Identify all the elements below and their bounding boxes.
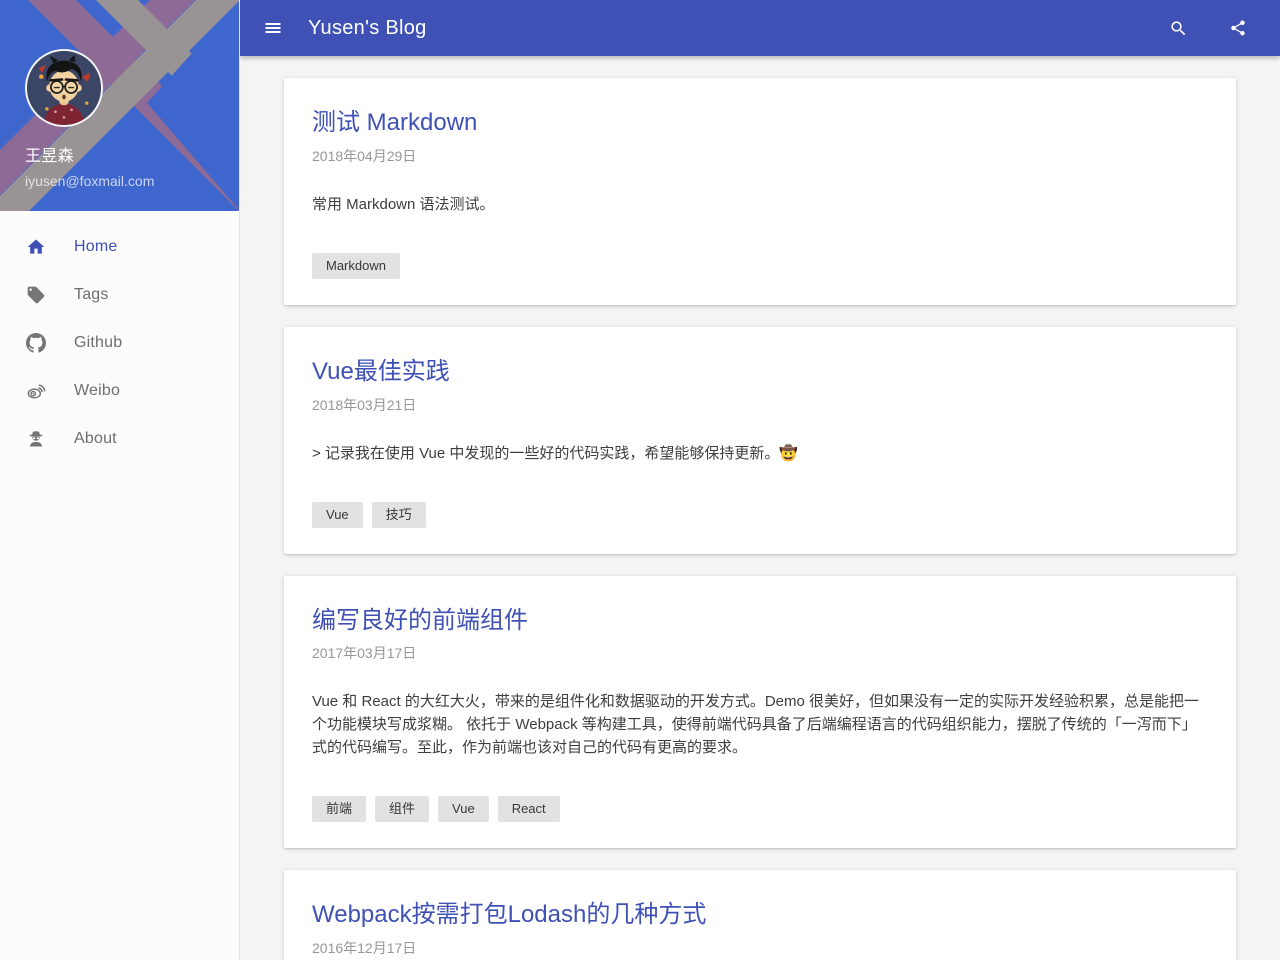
- sidebar-item-home[interactable]: Home: [0, 223, 239, 271]
- share-button[interactable]: [1222, 12, 1254, 44]
- post-title[interactable]: 测试 Markdown: [312, 109, 477, 138]
- post-list: 测试 Markdown 2018年04月29日 常用 Markdown 语法测试…: [240, 56, 1280, 960]
- weibo-icon: [26, 381, 46, 401]
- tag-icon: [26, 285, 46, 305]
- post-title[interactable]: Vue最佳实践: [312, 358, 450, 387]
- tag-chip[interactable]: React: [498, 796, 560, 822]
- tag-chip[interactable]: 组件: [375, 796, 429, 822]
- main-area: Yusen's Blog 测试 Markdown 2018年04月29日 常用 …: [240, 0, 1280, 960]
- sidebar-item-tags[interactable]: Tags: [0, 271, 239, 319]
- post-date: 2018年03月21日: [312, 395, 1208, 415]
- sidebar-item-label: Github: [74, 334, 122, 352]
- post-title[interactable]: Webpack按需打包Lodash的几种方式: [312, 901, 706, 930]
- sidebar-nav: Home Tags Github: [0, 211, 239, 463]
- sidebar-item-about[interactable]: About: [0, 415, 239, 463]
- sidebar-item-label: Home: [74, 238, 117, 256]
- avatar[interactable]: [25, 49, 103, 127]
- app-title: Yusen's Blog: [308, 17, 427, 40]
- sidebar: 王昱森 iyusen@foxmail.com Home Tags: [0, 0, 240, 960]
- tag-chip[interactable]: 技巧: [372, 502, 426, 528]
- tag-chip[interactable]: Markdown: [312, 253, 400, 279]
- menu-button[interactable]: [257, 12, 289, 44]
- search-button[interactable]: [1162, 12, 1194, 44]
- home-icon: [26, 237, 46, 257]
- sidebar-item-label: Tags: [74, 286, 109, 304]
- post-card: Vue最佳实践 2018年03月21日 > 记录我在使用 Vue 中发现的一些好…: [284, 327, 1236, 554]
- post-tags: Markdown: [312, 253, 1208, 279]
- sidebar-profile-header: 王昱森 iyusen@foxmail.com: [0, 0, 239, 211]
- github-icon: [26, 333, 46, 353]
- post-excerpt: > 记录我在使用 Vue 中发现的一些好的代码实践，希望能够保持更新。🤠: [312, 442, 1208, 465]
- app-window: 王昱森 iyusen@foxmail.com Home Tags: [0, 0, 1280, 960]
- sidebar-item-label: About: [74, 430, 117, 448]
- post-card: 测试 Markdown 2018年04月29日 常用 Markdown 语法测试…: [284, 78, 1236, 305]
- share-icon: [1229, 19, 1247, 37]
- spy-icon: [26, 429, 46, 449]
- post-date: 2016年12月17日: [312, 938, 1208, 958]
- profile-name: 王昱森: [25, 142, 154, 166]
- post-title[interactable]: 编写良好的前端组件: [312, 607, 528, 636]
- tag-chip[interactable]: Vue: [312, 502, 363, 528]
- tag-chip[interactable]: 前端: [312, 796, 366, 822]
- post-excerpt: Vue 和 React 的大红大火，带来的是组件化和数据驱动的开发方式。Demo…: [312, 690, 1208, 759]
- post-date: 2018年04月29日: [312, 146, 1208, 166]
- post-excerpt: 常用 Markdown 语法测试。: [312, 193, 1208, 216]
- post-tags: 前端组件 Vue React: [312, 796, 1208, 822]
- search-icon: [1169, 19, 1188, 38]
- avatar-illustration: [27, 51, 101, 125]
- tag-chip[interactable]: Vue: [438, 796, 489, 822]
- sidebar-item-weibo[interactable]: Weibo: [0, 367, 239, 415]
- hamburger-icon: [263, 18, 283, 38]
- topbar: Yusen's Blog: [240, 0, 1280, 56]
- post-card: Webpack按需打包Lodash的几种方式 2016年12月17日 在数据操作…: [284, 870, 1236, 960]
- profile-email: iyusen@foxmail.com: [25, 173, 154, 189]
- post-tags: Vue 技巧: [312, 502, 1208, 528]
- post-date: 2017年03月17日: [312, 643, 1208, 663]
- sidebar-item-label: Weibo: [74, 382, 120, 400]
- sidebar-item-github[interactable]: Github: [0, 319, 239, 367]
- profile-text: 王昱森 iyusen@foxmail.com: [25, 142, 154, 189]
- post-card: 编写良好的前端组件 2017年03月17日 Vue 和 React 的大红大火，…: [284, 576, 1236, 849]
